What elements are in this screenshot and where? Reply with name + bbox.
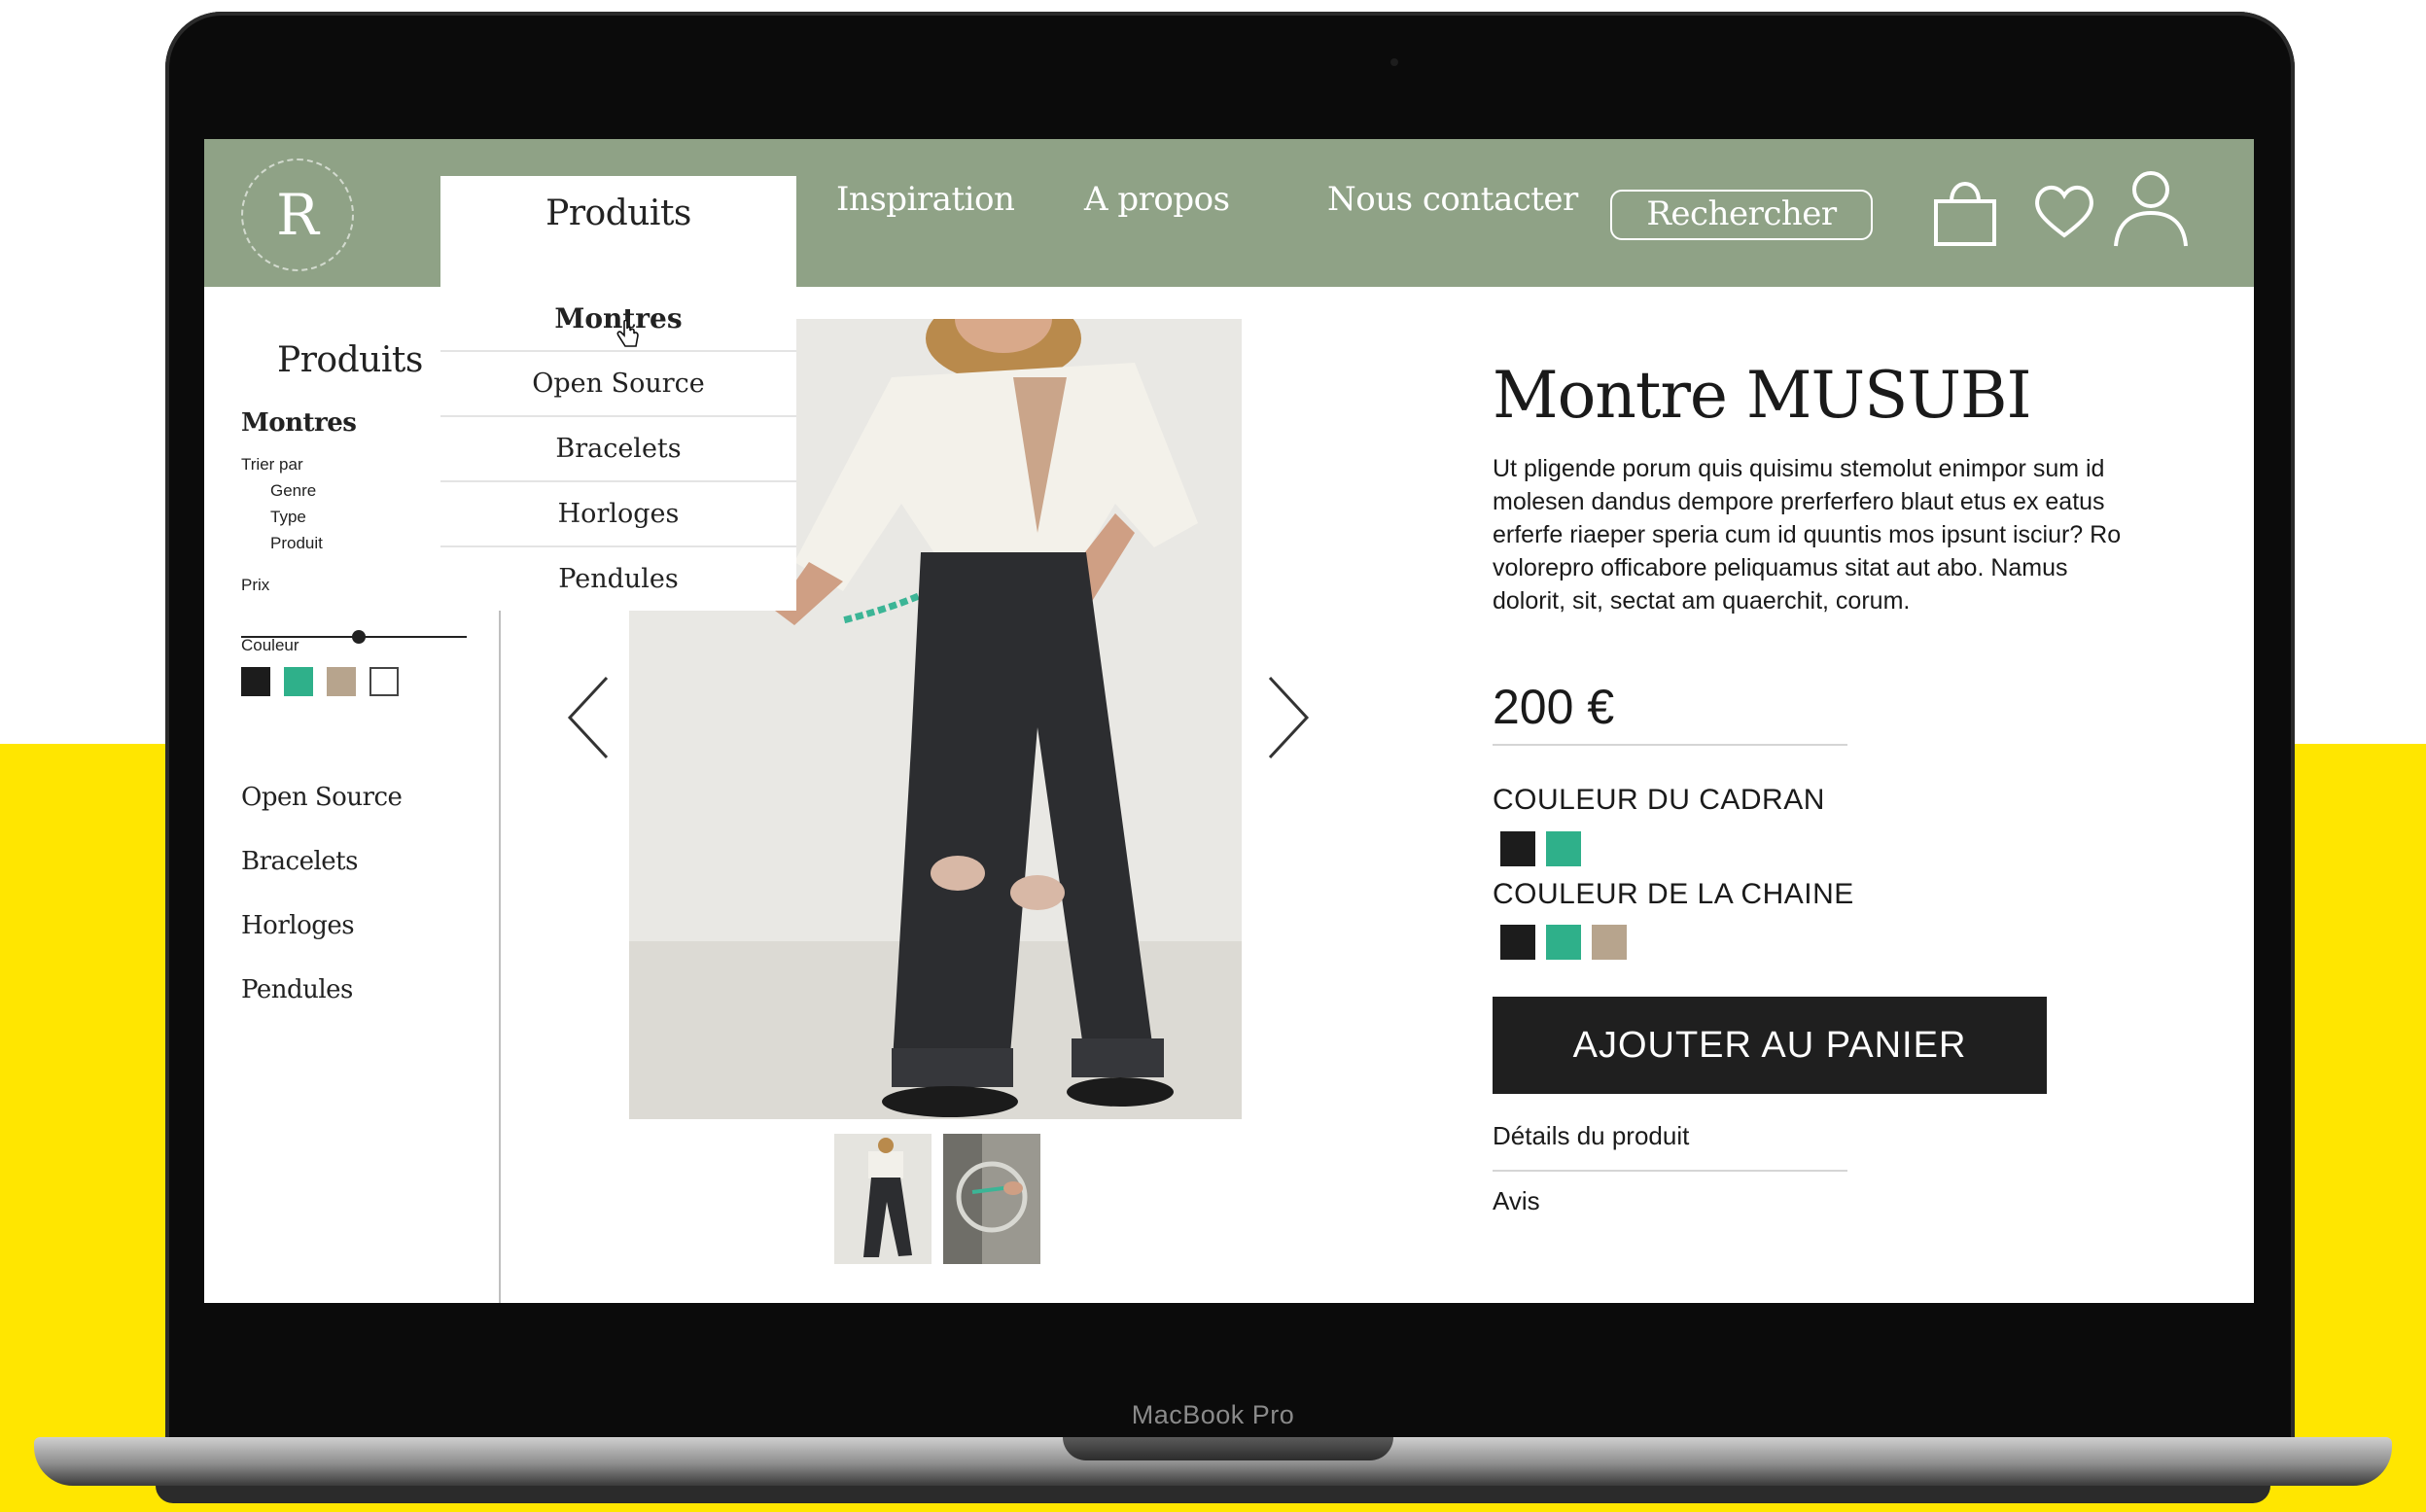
- sidebar-title: Produits: [277, 340, 423, 380]
- nav-produits[interactable]: Produits: [440, 176, 796, 287]
- sidebar-category-horloges[interactable]: Horloges: [241, 911, 355, 940]
- color-swatch-beige[interactable]: [327, 667, 356, 696]
- color-swatch-green[interactable]: [284, 667, 313, 696]
- dial-color-label: COULEUR DU CADRAN: [1493, 784, 1825, 816]
- site-header: R Produits Inspiration A propos Nous con…: [204, 139, 2254, 287]
- sort-label: Trier par: [241, 455, 303, 474]
- produits-dropdown-menu: Montres Open Source Bracelets Horloges P…: [440, 287, 796, 611]
- brand-logo[interactable]: R: [241, 158, 354, 271]
- shopping-bag-icon[interactable]: [1930, 174, 2000, 248]
- nav-produits-label: Produits: [545, 193, 691, 233]
- product-thumbnail-1[interactable]: [834, 1134, 932, 1264]
- camera-icon: [1390, 58, 1398, 66]
- heart-icon[interactable]: [2032, 182, 2096, 240]
- dropdown-item-open-source[interactable]: Open Source: [440, 352, 796, 417]
- chain-color-swatch-green[interactable]: [1546, 925, 1581, 960]
- user-icon[interactable]: [2112, 168, 2190, 250]
- sidebar-category-open-source[interactable]: Open Source: [241, 783, 403, 812]
- dial-color-swatch-black[interactable]: [1500, 831, 1535, 866]
- color-label: Couleur: [241, 636, 299, 654]
- dropdown-item-horloges[interactable]: Horloges: [440, 482, 796, 547]
- dropdown-item-montres[interactable]: Montres: [440, 287, 796, 352]
- previous-arrow-icon[interactable]: [564, 674, 613, 761]
- next-arrow-icon[interactable]: [1264, 674, 1313, 761]
- product-details-link[interactable]: Détails du produit: [1493, 1121, 1689, 1151]
- search-button[interactable]: Rechercher: [1610, 190, 1873, 240]
- price-slider-thumb[interactable]: [351, 630, 366, 644]
- sidebar-category-pendules[interactable]: Pendules: [241, 975, 353, 1004]
- color-swatch-black[interactable]: [241, 667, 270, 696]
- nav-inspiration[interactable]: Inspiration: [836, 180, 1015, 219]
- sort-option-produit[interactable]: Produit: [270, 534, 323, 553]
- dropdown-item-bracelets[interactable]: Bracelets: [440, 417, 796, 482]
- product-thumbnail-2[interactable]: [943, 1134, 1040, 1264]
- details-divider: [1493, 1170, 1847, 1172]
- product-title: Montre MUSUBI: [1493, 358, 2032, 433]
- chain-color-swatch-beige[interactable]: [1592, 925, 1627, 960]
- product-price: 200 €: [1493, 680, 1615, 734]
- sort-option-type[interactable]: Type: [270, 508, 306, 527]
- add-to-cart-button[interactable]: AJOUTER AU PANIER: [1493, 997, 2047, 1094]
- sort-option-genre[interactable]: Genre: [270, 481, 316, 501]
- product-description: Ut pligende porum quis quisimu stemolut …: [1493, 455, 2122, 615]
- dial-color-swatch-green[interactable]: [1546, 831, 1581, 866]
- color-swatch-white[interactable]: [369, 667, 399, 696]
- hand-cursor-icon: [616, 320, 639, 347]
- logo-letter: R: [276, 182, 319, 248]
- chain-color-swatch-black[interactable]: [1500, 925, 1535, 960]
- sidebar-category-montres[interactable]: Montres: [241, 408, 357, 438]
- reviews-link[interactable]: Avis: [1493, 1186, 1540, 1216]
- laptop-base-notch: [1063, 1437, 1393, 1460]
- nav-contact[interactable]: Nous contacter: [1327, 180, 1578, 219]
- dropdown-item-pendules[interactable]: Pendules: [440, 547, 796, 611]
- sidebar-category-bracelets[interactable]: Bracelets: [241, 847, 358, 876]
- laptop-base-shadow: [156, 1486, 2270, 1503]
- device-model-label: MacBook Pro: [1131, 1400, 1295, 1429]
- price-label: Prix: [241, 576, 270, 594]
- nav-a-propos[interactable]: A propos: [1084, 180, 1230, 219]
- price-divider: [1493, 744, 1847, 746]
- browser-screen: R Produits Inspiration A propos Nous con…: [204, 139, 2254, 1303]
- chain-color-label: COULEUR DE LA CHAINE: [1493, 878, 1854, 910]
